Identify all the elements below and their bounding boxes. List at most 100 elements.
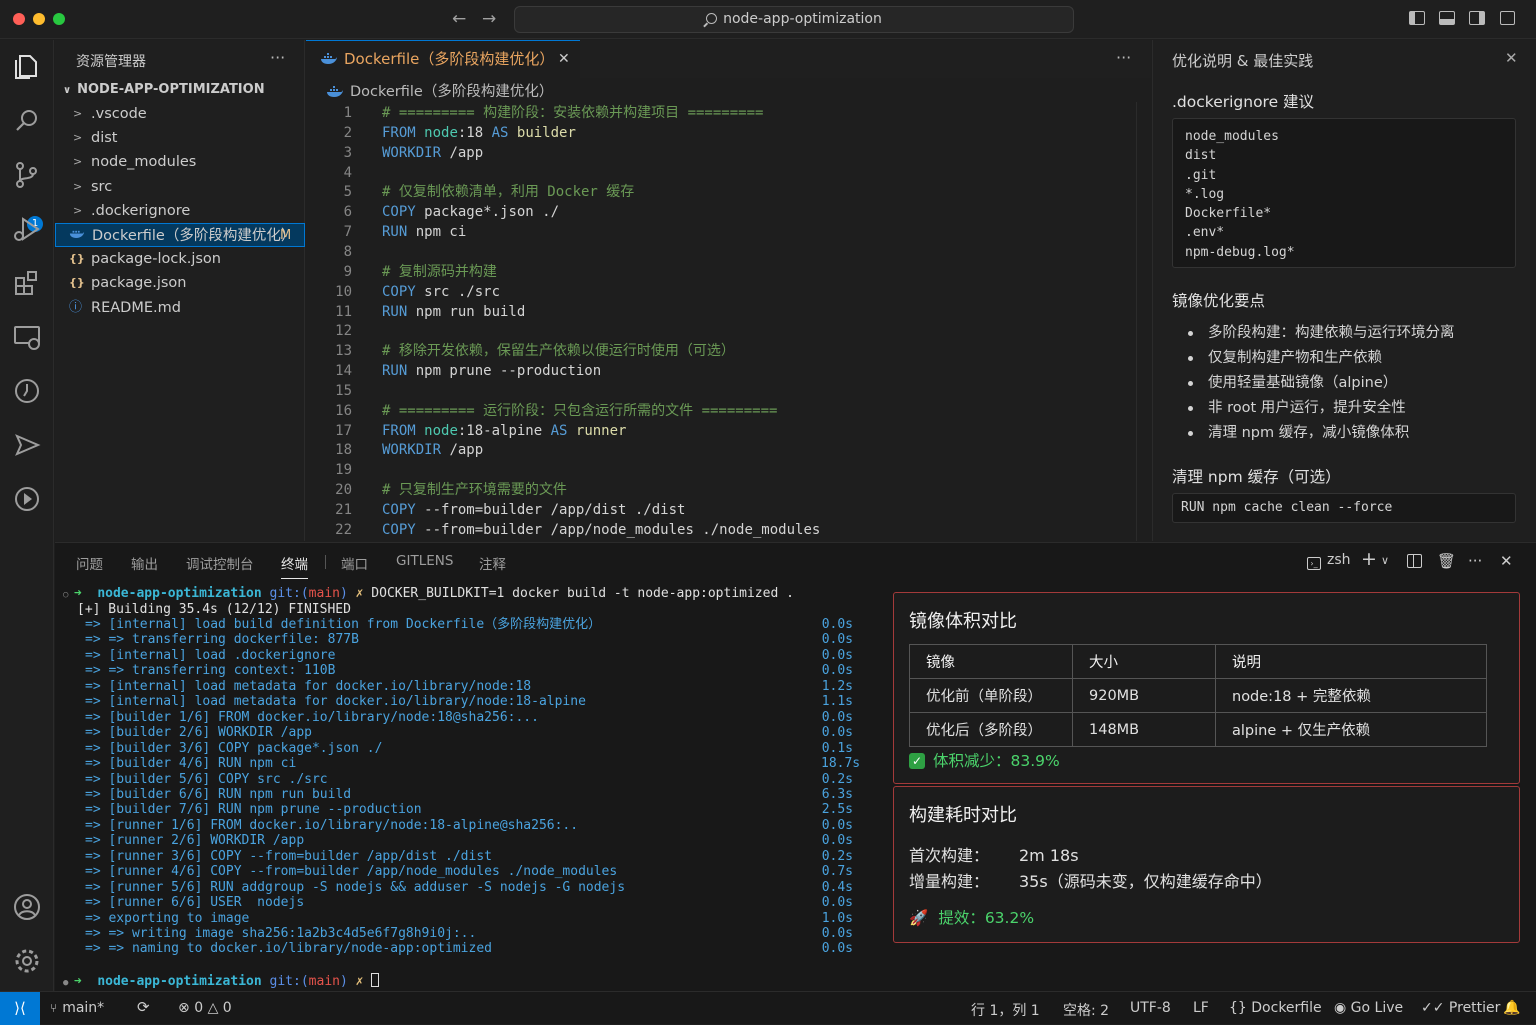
branch-status[interactable]: ⑂ main*	[50, 1000, 104, 1016]
split-terminal-icon[interactable]	[1407, 554, 1422, 568]
breadcrumb[interactable]: Dockerfile（多阶段构建优化）	[326, 82, 553, 102]
remote-explorer-icon[interactable]	[10, 320, 44, 354]
build-step-line: => [internal] load metadata for docker.i…	[85, 694, 586, 710]
tree-item[interactable]: > dist	[55, 126, 305, 150]
line-number: 16	[335, 402, 352, 419]
tree-item[interactable]: Dockerfile（多阶段构建优化） M	[55, 223, 305, 247]
code-text: WORKDIR /app	[382, 440, 483, 460]
timeline-icon[interactable]	[10, 374, 44, 408]
encoding[interactable]: UTF-8	[1130, 1000, 1171, 1016]
tab-gitlens[interactable]: GITLENS	[396, 553, 453, 569]
code-text: RUN npm run build	[382, 302, 525, 322]
tree-item[interactable]: {} package-lock.json	[55, 247, 305, 271]
table-cell: 优化前（单阶段）	[909, 678, 1073, 713]
tree-item[interactable]: > .dockerignore	[55, 199, 305, 223]
project-folder-header[interactable]: ∨ NODE-APP-OPTIMIZATION	[63, 82, 265, 97]
send-icon[interactable]	[10, 428, 44, 462]
line-number: 22	[335, 521, 352, 538]
gitlens-icon[interactable]	[10, 482, 44, 516]
tree-item-label: package.json	[91, 275, 187, 292]
toggle-secondary-sidebar-icon[interactable]	[1469, 11, 1485, 25]
table-cell: 148MB	[1072, 712, 1216, 747]
build-step-time: 0.0s	[821, 647, 853, 663]
code-line: 18 WORKDIR /app	[306, 440, 1151, 460]
line-number: 15	[335, 382, 352, 399]
tab-comments[interactable]: 注释	[479, 553, 506, 573]
code-token: AS	[550, 422, 576, 439]
tab-terminal[interactable]: 终端	[281, 553, 308, 579]
table-cell: 优化后（多阶段）	[909, 712, 1073, 747]
line-number: 6	[343, 204, 352, 221]
build-step-line: => [builder 3/6] COPY package*.json ./	[85, 740, 383, 756]
remote-indicator-icon[interactable]: ⟩⟨	[0, 992, 40, 1025]
tab-ports[interactable]: 端口	[341, 553, 368, 573]
go-live-button[interactable]: ◉ Go Live	[1334, 1000, 1403, 1016]
close-panel-icon[interactable]: ✕	[1500, 552, 1513, 570]
notifications-bell-icon[interactable]: 🔔	[1503, 1000, 1520, 1016]
build-step-line: => => transferring dockerfile: 877B	[85, 632, 359, 648]
tab-dockerfile[interactable]: Dockerfile（多阶段构建优化） ✕	[306, 40, 580, 78]
tab-problems[interactable]: 问题	[76, 553, 103, 573]
rocket-icon: 🚀	[909, 909, 929, 927]
close-window-button[interactable]	[13, 13, 25, 25]
source-control-icon[interactable]	[10, 158, 44, 192]
build-step-time: 0.0s	[821, 663, 853, 679]
language-mode[interactable]: {} Dockerfile	[1229, 1000, 1322, 1016]
trash-icon[interactable]: 🗑	[1437, 552, 1456, 570]
build-step-line: => [internal] load metadata for docker.i…	[85, 678, 532, 694]
chevron-right-icon: >	[73, 155, 83, 169]
line-ending[interactable]: LF	[1193, 1000, 1209, 1016]
customize-layout-icon[interactable]	[1500, 11, 1515, 25]
toggle-panel-icon[interactable]	[1439, 11, 1455, 25]
code-line: 8	[306, 242, 1151, 262]
problems-status[interactable]: ⊗ 0 △ 0	[178, 1000, 232, 1016]
close-icon[interactable]: ✕	[1505, 49, 1518, 67]
indentation[interactable]: 空格: 2	[1063, 1000, 1109, 1020]
panel-tab-bar: 问题 输出 调试控制台 终端 端口 GITLENS 注释 ›_ zsh + ∨ 🗑…	[55, 543, 1536, 579]
explorer-icon[interactable]	[10, 50, 44, 84]
new-terminal-plus-icon[interactable]: +	[1361, 548, 1377, 570]
close-icon[interactable]: ✕	[558, 41, 570, 77]
settings-gear-icon[interactable]	[10, 944, 44, 978]
more-actions-icon[interactable]: ···	[1116, 48, 1131, 67]
tree-item[interactable]: > node_modules	[55, 150, 305, 174]
more-actions-icon[interactable]: ···	[1468, 552, 1482, 570]
account-icon[interactable]	[10, 890, 44, 924]
tree-item[interactable]: > src	[55, 175, 305, 199]
search-icon[interactable]	[10, 104, 44, 138]
first-build-row: 首次构建： 2m 18s	[909, 846, 1079, 865]
toggle-sidebar-icon[interactable]	[1409, 11, 1425, 25]
dockerignore-heading: .dockerignore 建议	[1172, 93, 1315, 111]
tab-debug-console[interactable]: 调试控制台	[186, 553, 254, 573]
cursor-position[interactable]: 行 1，列 1	[971, 1000, 1040, 1020]
scrollbar[interactable]	[1136, 102, 1137, 541]
terminal-shell-selector[interactable]: ›_ zsh	[1307, 552, 1351, 570]
code-line: 6 COPY package*.json ./	[306, 202, 1151, 222]
command-center-search[interactable]: node-app-optimization	[514, 6, 1074, 33]
chevron-right-icon: >	[73, 107, 83, 120]
build-step-time: 1.0s	[821, 910, 853, 926]
forward-arrow-icon[interactable]: →	[482, 9, 496, 29]
back-arrow-icon[interactable]: ←	[452, 9, 466, 29]
tree-item[interactable]: ⓘ README.md	[55, 296, 305, 320]
terminal-prompt-line[interactable]: ● ➜ node-app-optimization git:(main) ✗	[63, 973, 380, 989]
chevron-down-icon[interactable]: ∨	[1381, 554, 1389, 567]
more-actions-icon[interactable]: ···	[270, 48, 285, 67]
code-token: :18-alpine	[457, 422, 551, 439]
sidebar-title: 资源管理器	[76, 54, 146, 70]
minimize-window-button[interactable]	[33, 13, 45, 25]
tree-item-label: .vscode	[91, 106, 147, 122]
title-bar: ← → node-app-optimization	[0, 0, 1536, 39]
tab-output[interactable]: 输出	[131, 553, 158, 573]
tree-item[interactable]: > .vscode	[55, 102, 305, 126]
maximize-window-button[interactable]	[53, 13, 65, 25]
code-token: RUN	[382, 363, 416, 380]
tree-item-label: package-lock.json	[91, 251, 221, 268]
run-debug-icon[interactable]	[10, 212, 44, 246]
extensions-icon[interactable]	[10, 266, 44, 300]
prettier-status[interactable]: ✓✓ Prettier	[1421, 1000, 1500, 1016]
build-step-time: 0.0s	[821, 895, 853, 911]
sync-icon[interactable]: ⟳	[137, 998, 150, 1016]
tree-item[interactable]: {} package.json	[55, 271, 305, 295]
size-compare-title: 镜像体积对比	[909, 611, 1017, 632]
